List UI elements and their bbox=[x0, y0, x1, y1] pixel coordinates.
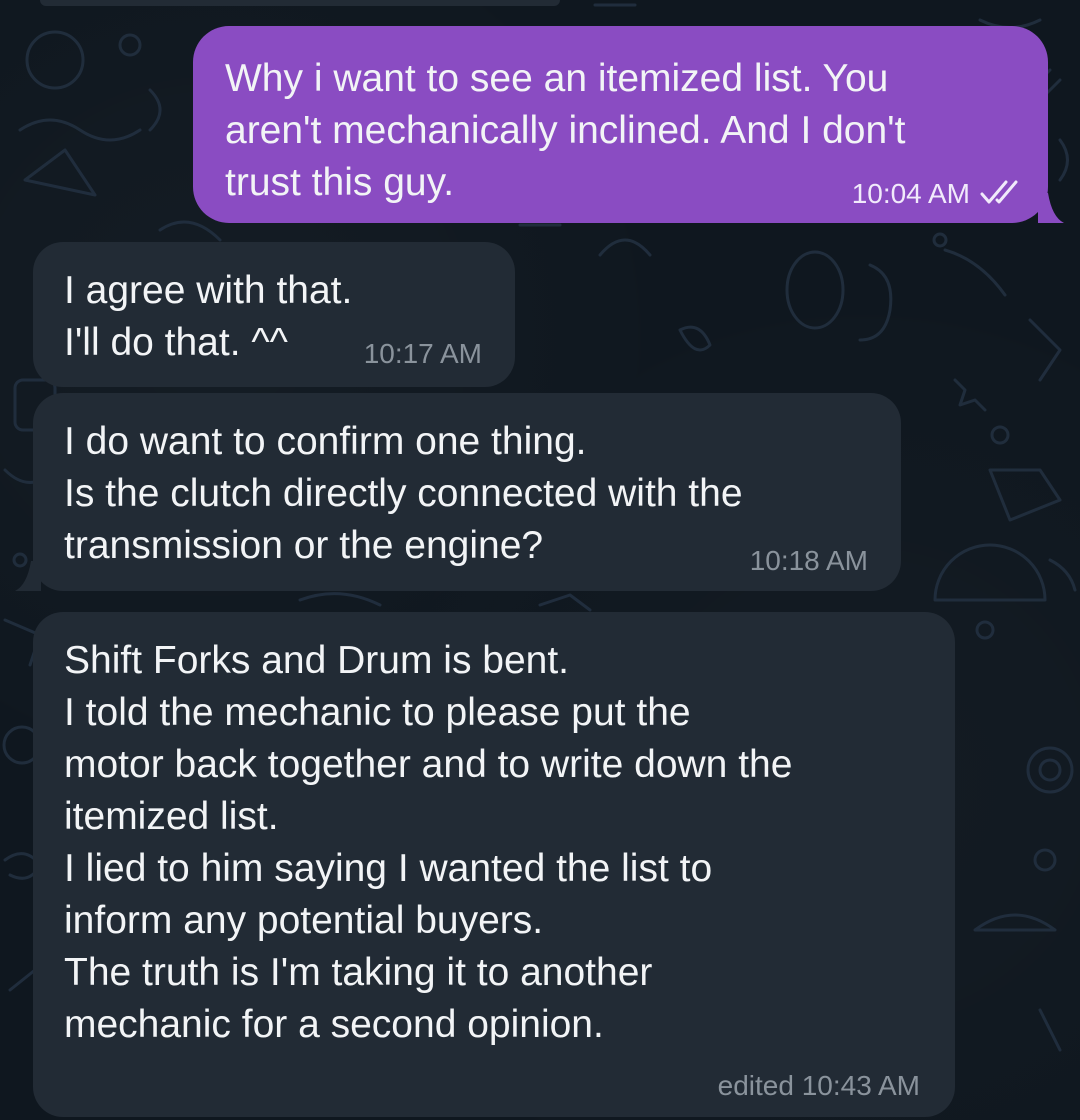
message-time: 10:17 AM bbox=[363, 338, 482, 369]
message-text: Shift Forks and Drum is bent. I told the… bbox=[64, 639, 793, 1046]
incoming-message[interactable]: I do want to confirm one thing. Is the c… bbox=[33, 393, 901, 591]
previous-message-edge bbox=[40, 0, 560, 6]
double-check-icon bbox=[980, 180, 1018, 204]
incoming-bubble-tail bbox=[15, 561, 41, 591]
outgoing-bubble-tail bbox=[1038, 193, 1064, 223]
incoming-message[interactable]: I agree with that. I'll do that. ^^ 10:1… bbox=[33, 242, 515, 387]
message-time: 10:18 AM bbox=[749, 545, 868, 576]
incoming-message[interactable]: Shift Forks and Drum is bent. I told the… bbox=[33, 612, 955, 1117]
message-time: edited 10:43 AM bbox=[717, 1070, 920, 1101]
chat-view: Why i want to see an itemized list. You … bbox=[0, 0, 1080, 1120]
message-time: 10:04 AM bbox=[851, 178, 970, 209]
outgoing-message[interactable]: Why i want to see an itemized list. You … bbox=[193, 26, 1048, 223]
